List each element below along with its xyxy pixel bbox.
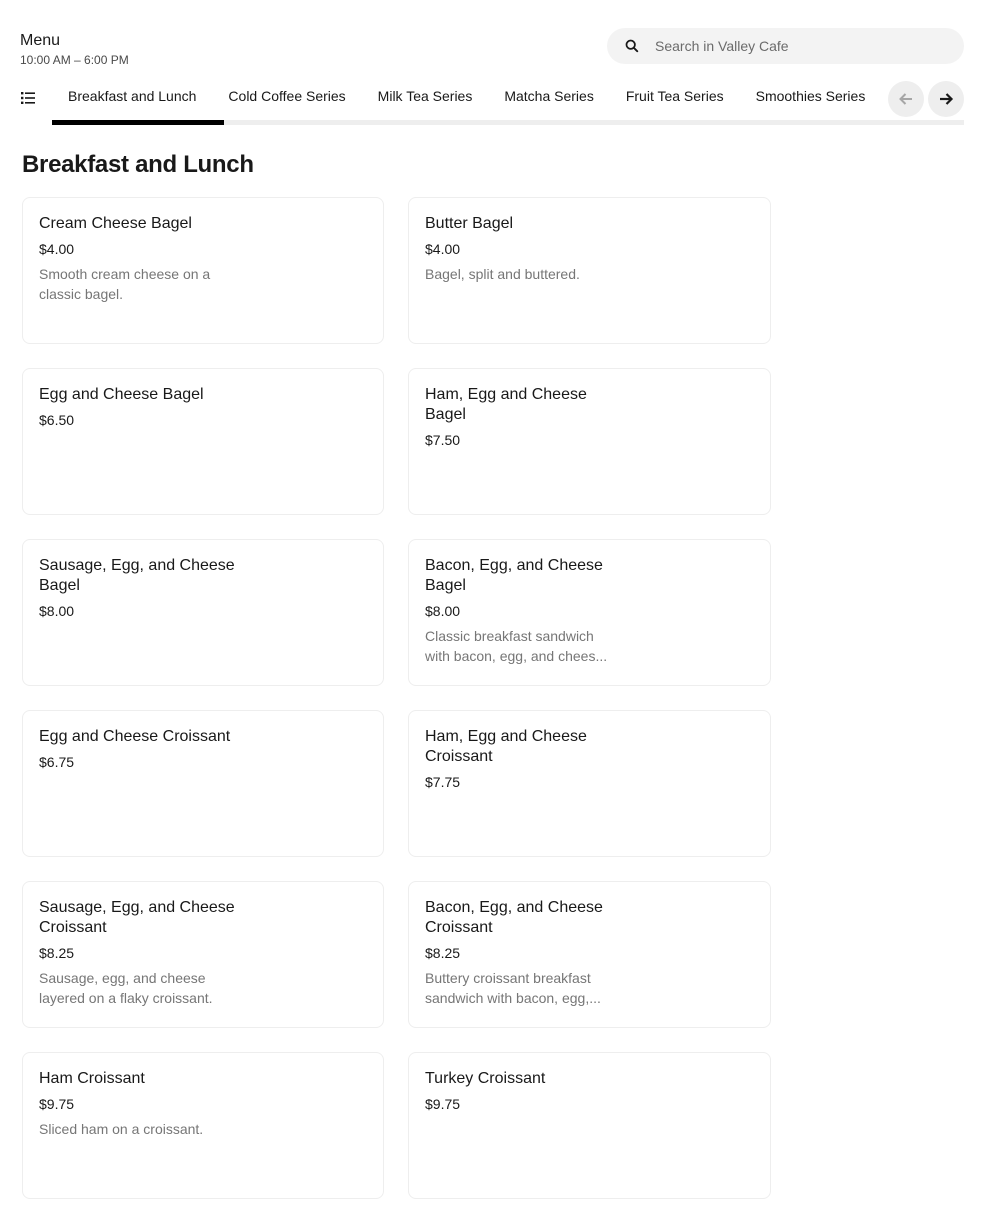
item-description: Bagel, split and buttered. (425, 266, 580, 282)
item-name: Sausage, Egg, and Cheese Croissant (39, 899, 235, 936)
menu-item-card[interactable]: Egg and Cheese Bagel $6.50 (22, 368, 384, 515)
search-input[interactable] (655, 28, 945, 64)
list-icon[interactable] (20, 90, 36, 106)
item-name: Egg and Cheese Bagel (39, 386, 204, 403)
item-price: $9.75 (425, 1096, 461, 1112)
item-name: Egg and Cheese Croissant (39, 728, 231, 745)
item-price: $7.75 (425, 774, 461, 790)
menu-item-card[interactable]: Sausage, Egg, and Cheese Bagel $8.00 (22, 539, 384, 686)
menu-item-card[interactable]: Sausage, Egg, and Cheese Croissant $8.25… (22, 881, 384, 1028)
item-name: Butter Bagel (425, 215, 514, 232)
menu-item-card[interactable]: Ham, Egg and Cheese Croissant $7.75 (408, 710, 771, 857)
item-price: $8.25 (39, 945, 75, 961)
menu-title: Menu (20, 32, 61, 49)
menu-item-card[interactable]: Bacon, Egg, and Cheese Bagel $8.00 Class… (408, 539, 771, 686)
tab-cold-coffee-series[interactable]: Cold Coffee Series (212, 73, 361, 120)
scroll-right-button[interactable] (928, 81, 964, 117)
item-price: $6.75 (39, 754, 75, 770)
item-price: $4.00 (39, 241, 75, 257)
tab-milk-tea-series[interactable]: Milk Tea Series (362, 73, 489, 120)
item-name: Bacon, Egg, and Cheese Croissant (425, 899, 603, 936)
item-name: Cream Cheese Bagel (39, 215, 192, 232)
menu-item-card[interactable]: Butter Bagel $4.00 Bagel, split and butt… (408, 197, 771, 344)
menu-item-card[interactable]: Ham, Egg and Cheese Bagel $7.50 (408, 368, 771, 515)
menu-item-card[interactable]: Ham Croissant $9.75 Sliced ham on a croi… (22, 1052, 384, 1199)
item-name: Sausage, Egg, and Cheese Bagel (39, 557, 235, 594)
search-bar[interactable] (607, 28, 964, 64)
item-description: Classic breakfast sandwich with bacon, e… (425, 628, 608, 664)
item-price: $6.50 (39, 412, 75, 428)
search-icon (625, 39, 639, 53)
item-name: Turkey Croissant (425, 1070, 546, 1087)
item-name: Ham, Egg and Cheese Bagel (425, 386, 587, 423)
menu-header: Menu 10:00 AM – 6:00 PM (20, 31, 129, 67)
item-price: $8.00 (425, 603, 461, 619)
menu-hours: 10:00 AM – 6:00 PM (20, 53, 129, 67)
item-description: Sausage, egg, and cheese layered on a fl… (39, 970, 213, 1006)
arrow-right-icon (940, 93, 954, 105)
menu-item-card[interactable]: Turkey Croissant $9.75 (408, 1052, 771, 1199)
scroll-left-button[interactable] (888, 81, 924, 117)
item-name: Ham, Egg and Cheese Croissant (425, 728, 587, 765)
item-price: $8.25 (425, 945, 461, 961)
item-name: Ham Croissant (39, 1070, 145, 1087)
item-price: $7.50 (425, 432, 461, 448)
category-tabs: Breakfast and Lunch Cold Coffee Series M… (52, 73, 884, 125)
item-price: $9.75 (39, 1096, 75, 1112)
menu-item-card[interactable]: Egg and Cheese Croissant $6.75 (22, 710, 384, 857)
item-price: $8.00 (39, 603, 75, 619)
item-price: $4.00 (425, 241, 461, 257)
section-title: Breakfast and Lunch (22, 151, 254, 178)
arrow-left-icon (899, 93, 912, 105)
item-name: Bacon, Egg, and Cheese Bagel (425, 557, 603, 594)
item-description: Smooth cream cheese on a classic bagel. (39, 266, 211, 302)
item-description: Sliced ham on a croissant. (39, 1121, 204, 1137)
tab-fruit-tea-series[interactable]: Fruit Tea Series (610, 73, 740, 120)
tab-breakfast-and-lunch[interactable]: Breakfast and Lunch (52, 73, 212, 120)
menu-items-grid: Cream Cheese Bagel $4.00 Smooth cream ch… (22, 197, 771, 1199)
tab-matcha-series[interactable]: Matcha Series (488, 73, 609, 120)
tab-smoothies-series[interactable]: Smoothies Series (740, 73, 882, 120)
menu-item-card[interactable]: Bacon, Egg, and Cheese Croissant $8.25 B… (408, 881, 771, 1028)
menu-item-card[interactable]: Cream Cheese Bagel $4.00 Smooth cream ch… (22, 197, 384, 344)
item-description: Buttery croissant breakfast sandwich wit… (425, 970, 601, 1006)
